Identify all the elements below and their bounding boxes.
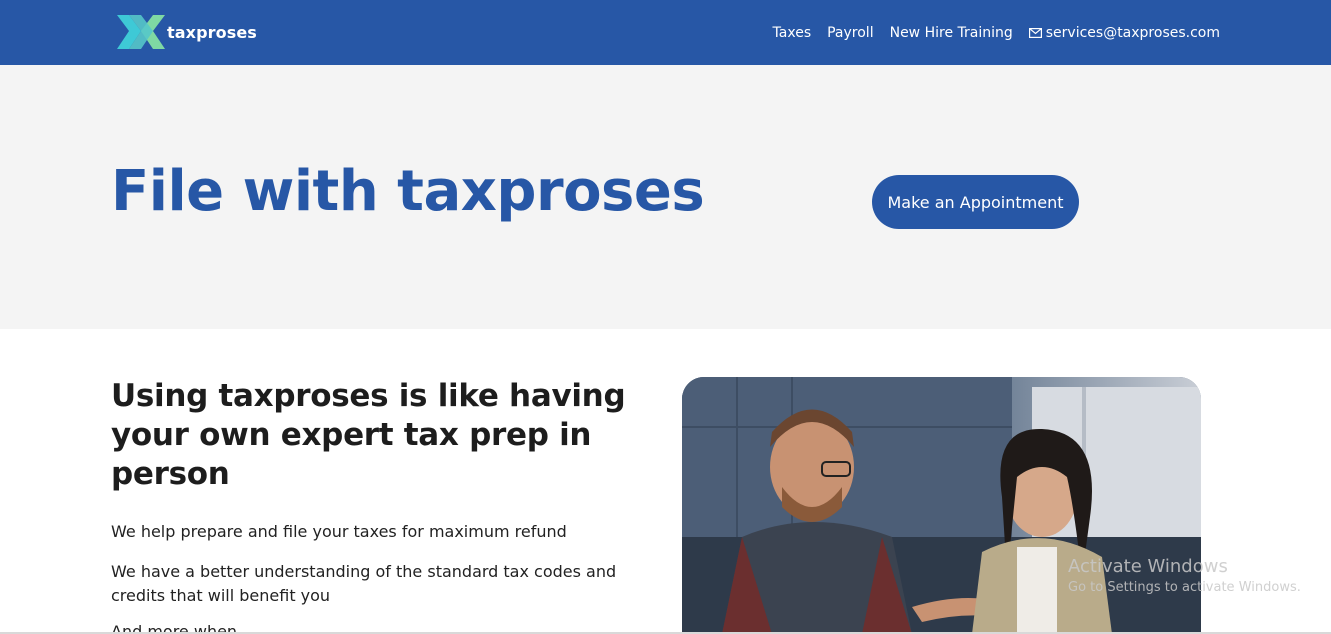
hero-title: File with taxproses [111, 159, 705, 224]
section-heading: Using taxproses is like having your own … [111, 378, 626, 492]
nav-email-link[interactable]: services@taxproses.com [1028, 24, 1220, 41]
nav-new-hire-training[interactable]: New Hire Training [890, 25, 1013, 41]
consultation-photo [682, 377, 1201, 634]
brand-name: taxproses [167, 22, 257, 42]
main-nav: Taxes Payroll New Hire Training services… [757, 0, 1220, 65]
paragraph-tax-codes: We have a better understanding of the st… [111, 562, 617, 605]
hero-section: File with taxproses Make an Appointment [0, 65, 1331, 329]
nav-taxes[interactable]: Taxes [773, 25, 812, 41]
envelope-icon [1028, 27, 1042, 38]
windows-activation-subtext: Go to Settings to activate Windows. [1068, 580, 1301, 595]
make-appointment-button[interactable]: Make an Appointment [872, 175, 1079, 229]
windows-activation-watermark: Activate Windows [1068, 556, 1228, 577]
top-navigation-bar: taxproses Taxes Payroll New Hire Trainin… [0, 0, 1331, 65]
nav-payroll[interactable]: Payroll [827, 25, 873, 41]
paragraph-refund: We help prepare and file your taxes for … [111, 522, 567, 541]
brand-logo[interactable]: taxproses [115, 13, 257, 51]
email-address: services@taxproses.com [1045, 24, 1220, 41]
taxproses-x-icon [117, 15, 165, 49]
